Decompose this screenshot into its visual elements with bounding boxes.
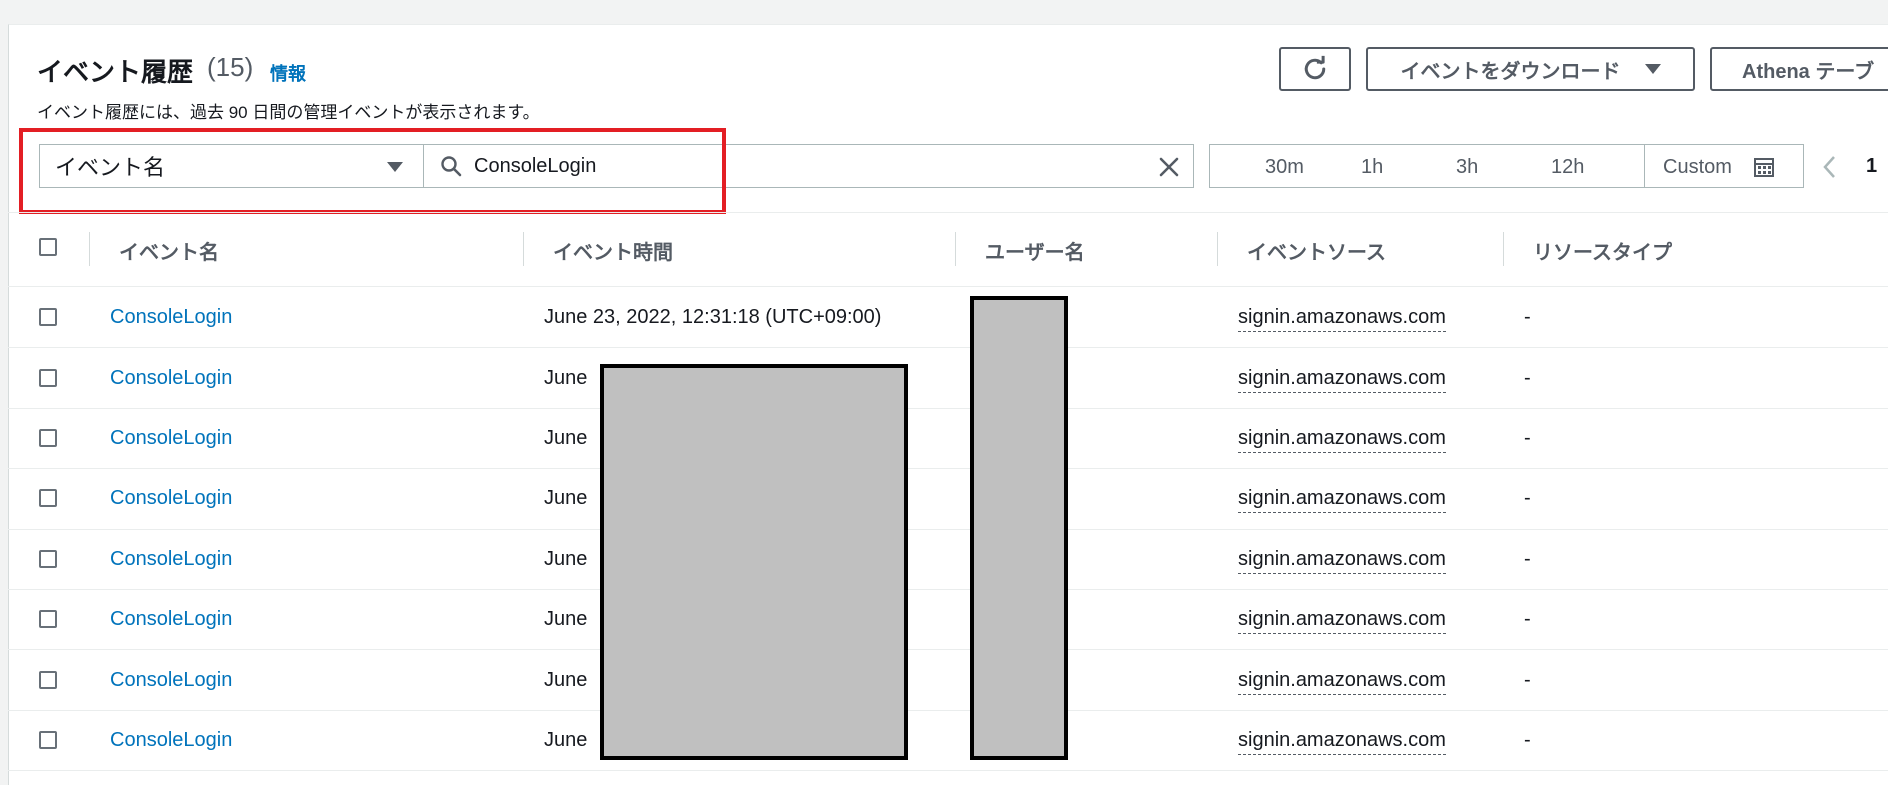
athena-button-label: Athena テーブ [1742,60,1875,83]
row-checkbox[interactable] [39,369,57,387]
info-link[interactable]: 情報 [270,60,306,86]
event-source[interactable]: signin.amazonaws.com [1238,729,1446,755]
table-row-border [8,529,1888,530]
column-separator [1503,232,1504,266]
row-checkbox[interactable] [39,731,57,749]
download-events-label: イベントをダウンロード [1400,60,1621,83]
table-top-border [8,212,1888,213]
table-row-border [8,589,1888,590]
range-divider [1644,145,1645,187]
row-checkbox[interactable] [39,550,57,568]
table-row-border [8,649,1888,650]
range-option-12h[interactable]: 12h [1551,156,1584,179]
event-source[interactable]: signin.amazonaws.com [1238,487,1446,513]
chevron-left-icon[interactable] [1820,154,1840,180]
column-separator [955,232,956,266]
column-separator [1217,232,1218,266]
redaction-block-time [600,364,908,760]
column-header-event-source[interactable]: イベントソース [1247,236,1386,265]
resource-type: - [1524,306,1531,328]
event-name-link[interactable]: ConsoleLogin [110,367,232,390]
refresh-icon [1304,55,1326,80]
event-time: June [544,367,588,389]
event-time: June [544,669,588,691]
select-all-checkbox[interactable] [39,238,57,256]
row-checkbox[interactable] [39,610,57,628]
header-row-border [8,286,1888,287]
resource-type: - [1524,487,1531,509]
range-option-1h[interactable]: 1h [1361,156,1383,179]
event-name-link[interactable]: ConsoleLogin [110,548,232,571]
event-source[interactable]: signin.amazonaws.com [1238,548,1446,574]
event-name-link[interactable]: ConsoleLogin [110,729,232,752]
column-header-user-name[interactable]: ユーザー名 [985,236,1085,265]
event-time: June 23, 2022, 12:31:18 (UTC+09:00) [544,306,882,328]
resource-type: - [1524,729,1531,751]
event-source[interactable]: signin.amazonaws.com [1238,306,1446,332]
redaction-block-user [970,296,1068,760]
row-checkbox[interactable] [39,489,57,507]
event-name-link[interactable]: ConsoleLogin [110,487,232,510]
event-name-link[interactable]: ConsoleLogin [110,669,232,692]
resource-type: - [1524,367,1531,389]
row-checkbox[interactable] [39,429,57,447]
resource-type: - [1524,669,1531,691]
refresh-button[interactable] [1279,47,1351,91]
event-name-link[interactable]: ConsoleLogin [110,427,232,450]
event-source[interactable]: signin.amazonaws.com [1238,669,1446,695]
event-source[interactable]: signin.amazonaws.com [1238,608,1446,634]
caret-down-icon [1644,64,1661,74]
event-time: June [544,729,588,751]
event-time: June [544,548,588,570]
event-time: June [544,487,588,509]
column-separator [89,232,90,266]
column-header-event-name[interactable]: イベント名 [119,236,219,265]
create-athena-table-button[interactable]: Athena テーブ [1710,47,1888,91]
event-count: (15) [207,52,254,82]
table-row-border [8,347,1888,348]
table-row-border [8,770,1888,771]
column-separator [523,232,524,266]
event-name-link[interactable]: ConsoleLogin [110,608,232,631]
download-events-button[interactable]: イベントをダウンロード [1366,47,1695,91]
close-icon[interactable] [1157,155,1181,179]
table-row-border [8,408,1888,409]
page-title: イベント履歴 [37,57,194,87]
column-header-resource-type[interactable]: リソースタイプ [1533,236,1672,265]
current-page-number[interactable]: 1 [1866,155,1877,178]
event-source[interactable]: signin.amazonaws.com [1238,367,1446,393]
time-range-selector: 30m 1h 3h 12h Custom [1209,144,1804,188]
range-option-30m[interactable]: 30m [1265,156,1304,179]
highlight-box [19,128,726,214]
range-option-3h[interactable]: 3h [1456,156,1478,179]
column-header-event-time[interactable]: イベント時間 [553,236,673,265]
table-row-border [8,710,1888,711]
event-time: June [544,427,588,449]
row-checkbox[interactable] [39,308,57,326]
event-source[interactable]: signin.amazonaws.com [1238,427,1446,453]
resource-type: - [1524,548,1531,570]
event-name-link[interactable]: ConsoleLogin [110,306,232,329]
page-description: イベント履歴には、過去 90 日間の管理イベントが表示されます。 [37,103,540,122]
resource-type: - [1524,608,1531,630]
resource-type: - [1524,427,1531,449]
row-checkbox[interactable] [39,671,57,689]
range-option-custom[interactable]: Custom [1663,156,1732,179]
event-time: June [544,608,588,630]
table-row-border [8,468,1888,469]
calendar-icon[interactable] [1753,156,1775,178]
